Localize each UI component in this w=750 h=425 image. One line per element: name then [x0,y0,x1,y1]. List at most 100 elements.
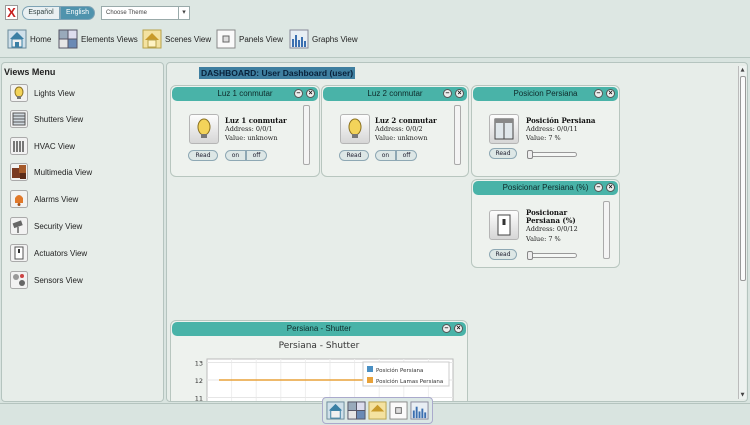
house-icon [7,29,27,49]
graph-icon[interactable] [410,401,429,420]
position-slider[interactable] [527,150,577,159]
menu-item-actuators[interactable]: Actuators View [10,243,87,263]
radiator-icon [10,137,28,155]
widget-luz-2: Luz 2 conmutar – × Luz 2 conmutar Addres… [321,85,469,177]
graph-icon [289,29,309,49]
off-button[interactable]: off [396,150,417,161]
menu-item-hvac[interactable]: HVAC View [10,136,75,156]
device-name: Luz 2 conmutar [375,116,437,125]
on-button[interactable]: on [225,150,246,161]
dashboard-title: DASHBOARD: User Dashboard (user) [199,67,356,79]
chevron-down-icon[interactable]: ▾ [178,7,189,19]
widget-scrollbar[interactable] [303,105,310,165]
position-slider[interactable] [527,251,577,260]
theme-select[interactable]: Choose Theme ▾ [101,6,190,20]
device-name: Posición Persiana [526,116,596,125]
views-menu-title: Views Menu [4,67,56,77]
read-button[interactable]: Read [339,150,369,161]
widget-luz-1-title: Luz 1 conmutar [217,89,273,98]
menu-item-hvac-label: HVAC View [34,141,76,151]
menu-item-security[interactable]: Security View [10,216,82,236]
switch-icon [489,210,519,240]
minimize-icon[interactable]: – [594,183,603,192]
widget-posicion-persiana: Posicion Persiana – × Posición Persiana … [471,85,620,177]
read-button[interactable]: Read [188,150,218,161]
menu-item-alarms-label: Alarms View [34,194,79,204]
read-button[interactable]: Read [489,249,517,260]
scenes-icon[interactable] [368,401,387,420]
device-address: Address: 0/0/2 [375,125,423,133]
device-value: Value: unknown [375,134,428,142]
device-value: Value: 7 % [526,134,561,142]
scroll-down-icon[interactable]: ▼ [739,391,746,399]
widget-luz-2-header[interactable]: Luz 2 conmutar – × [323,87,467,101]
nav-home-label: Home [30,34,52,44]
minimize-icon[interactable]: – [294,89,303,98]
menu-item-multimedia-label: Multimedia View [34,167,93,177]
menu-item-alarms[interactable]: Alarms View [10,189,78,209]
widget-luz-1-header[interactable]: Luz 1 conmutar – × [172,87,318,101]
widget-chart-header[interactable]: Persiana - Shutter – × [172,322,466,336]
dashboard-area: DASHBOARD: User Dashboard (user) ▲ ▼ Luz… [166,62,748,402]
close-icon[interactable]: X [5,5,18,20]
device-address: Address: 0/0/11 [526,125,578,133]
widget-scrollbar[interactable] [603,201,610,259]
widget-posicionar-persiana: Posicionar Persiana (%) – × Posicionar P… [471,179,620,268]
minimize-icon[interactable]: – [442,324,451,333]
off-button[interactable]: off [246,150,267,161]
close-icon[interactable]: × [455,89,464,98]
widget-persiana-chart: Persiana - Shutter – × Persiana - Shutte… [170,320,468,401]
shutter-icon [10,110,28,128]
dashboard-scrollbar[interactable]: ▲ ▼ [738,66,746,399]
widget-scrollbar[interactable] [454,105,461,165]
device-name: Luz 1 conmutar [225,116,287,125]
nav-graphs-view[interactable]: Graphs View [289,28,358,50]
on-button[interactable]: on [375,150,396,161]
menu-item-shutters[interactable]: Shutters View [10,109,83,129]
menu-item-security-label: Security View [34,221,83,231]
menu-item-lights[interactable]: Lights View [10,83,75,103]
widget-posicion-title: Posicion Persiana [513,89,578,98]
nav-panels-label: Panels View [239,34,283,44]
device-name-line2: Persiana (%) [526,216,576,225]
chart-title: Persiana - Shutter [278,341,360,351]
line-chart: 13 12 11 Posición Persiana Posición Lamas Pe… [195,358,454,401]
menu-item-multimedia[interactable]: Multimedia View [10,162,92,182]
slider-handle[interactable] [527,251,533,260]
minimize-icon[interactable]: – [443,89,452,98]
close-icon[interactable]: × [606,183,615,192]
legend-swatch [367,377,373,383]
read-button[interactable]: Read [489,148,517,159]
bulb-icon [10,84,28,102]
menu-item-sensors[interactable]: Sensors View [10,270,83,290]
minimize-icon[interactable]: – [594,89,603,98]
close-icon[interactable]: × [306,89,315,98]
slider-handle[interactable] [527,150,533,159]
widget-luz-2-title: Luz 2 conmutar [367,89,423,98]
elements-icon[interactable] [347,401,366,420]
nav-elements-view[interactable]: Elements Views [58,28,138,50]
panel-icon[interactable] [389,401,408,420]
close-icon[interactable]: × [454,324,463,333]
widget-posicionar-header[interactable]: Posicionar Persiana (%) – × [473,181,618,195]
nav-panels-view[interactable]: Panels View [216,28,283,50]
scrollbar-thumb[interactable] [740,76,746,281]
device-address: Address: 0/0/12 [526,225,578,233]
language-spanish-button[interactable]: Español [22,6,60,20]
bulb-icon [189,114,219,144]
scroll-up-icon[interactable]: ▲ [739,66,746,74]
top-toolbar: X Español English Choose Theme ▾ Home El… [0,0,750,58]
menu-item-lights-label: Lights View [34,88,75,98]
nav-graphs-label: Graphs View [312,34,358,44]
nav-elements-label: Elements Views [81,34,138,44]
close-icon[interactable]: × [606,89,615,98]
house-icon[interactable] [326,401,345,420]
language-english-button[interactable]: English [60,6,95,20]
widget-posicionar-title: Posicionar Persiana (%) [502,183,589,192]
widget-posicion-header[interactable]: Posicion Persiana – × [473,87,618,101]
nav-home[interactable]: Home [7,28,51,50]
sensor-icon [10,271,28,289]
nav-scenes-view[interactable]: Scenes View [142,28,211,50]
switch-icon [10,244,28,262]
widget-luz-1: Luz 1 conmutar – × Luz 1 conmutar Addres… [170,85,320,177]
